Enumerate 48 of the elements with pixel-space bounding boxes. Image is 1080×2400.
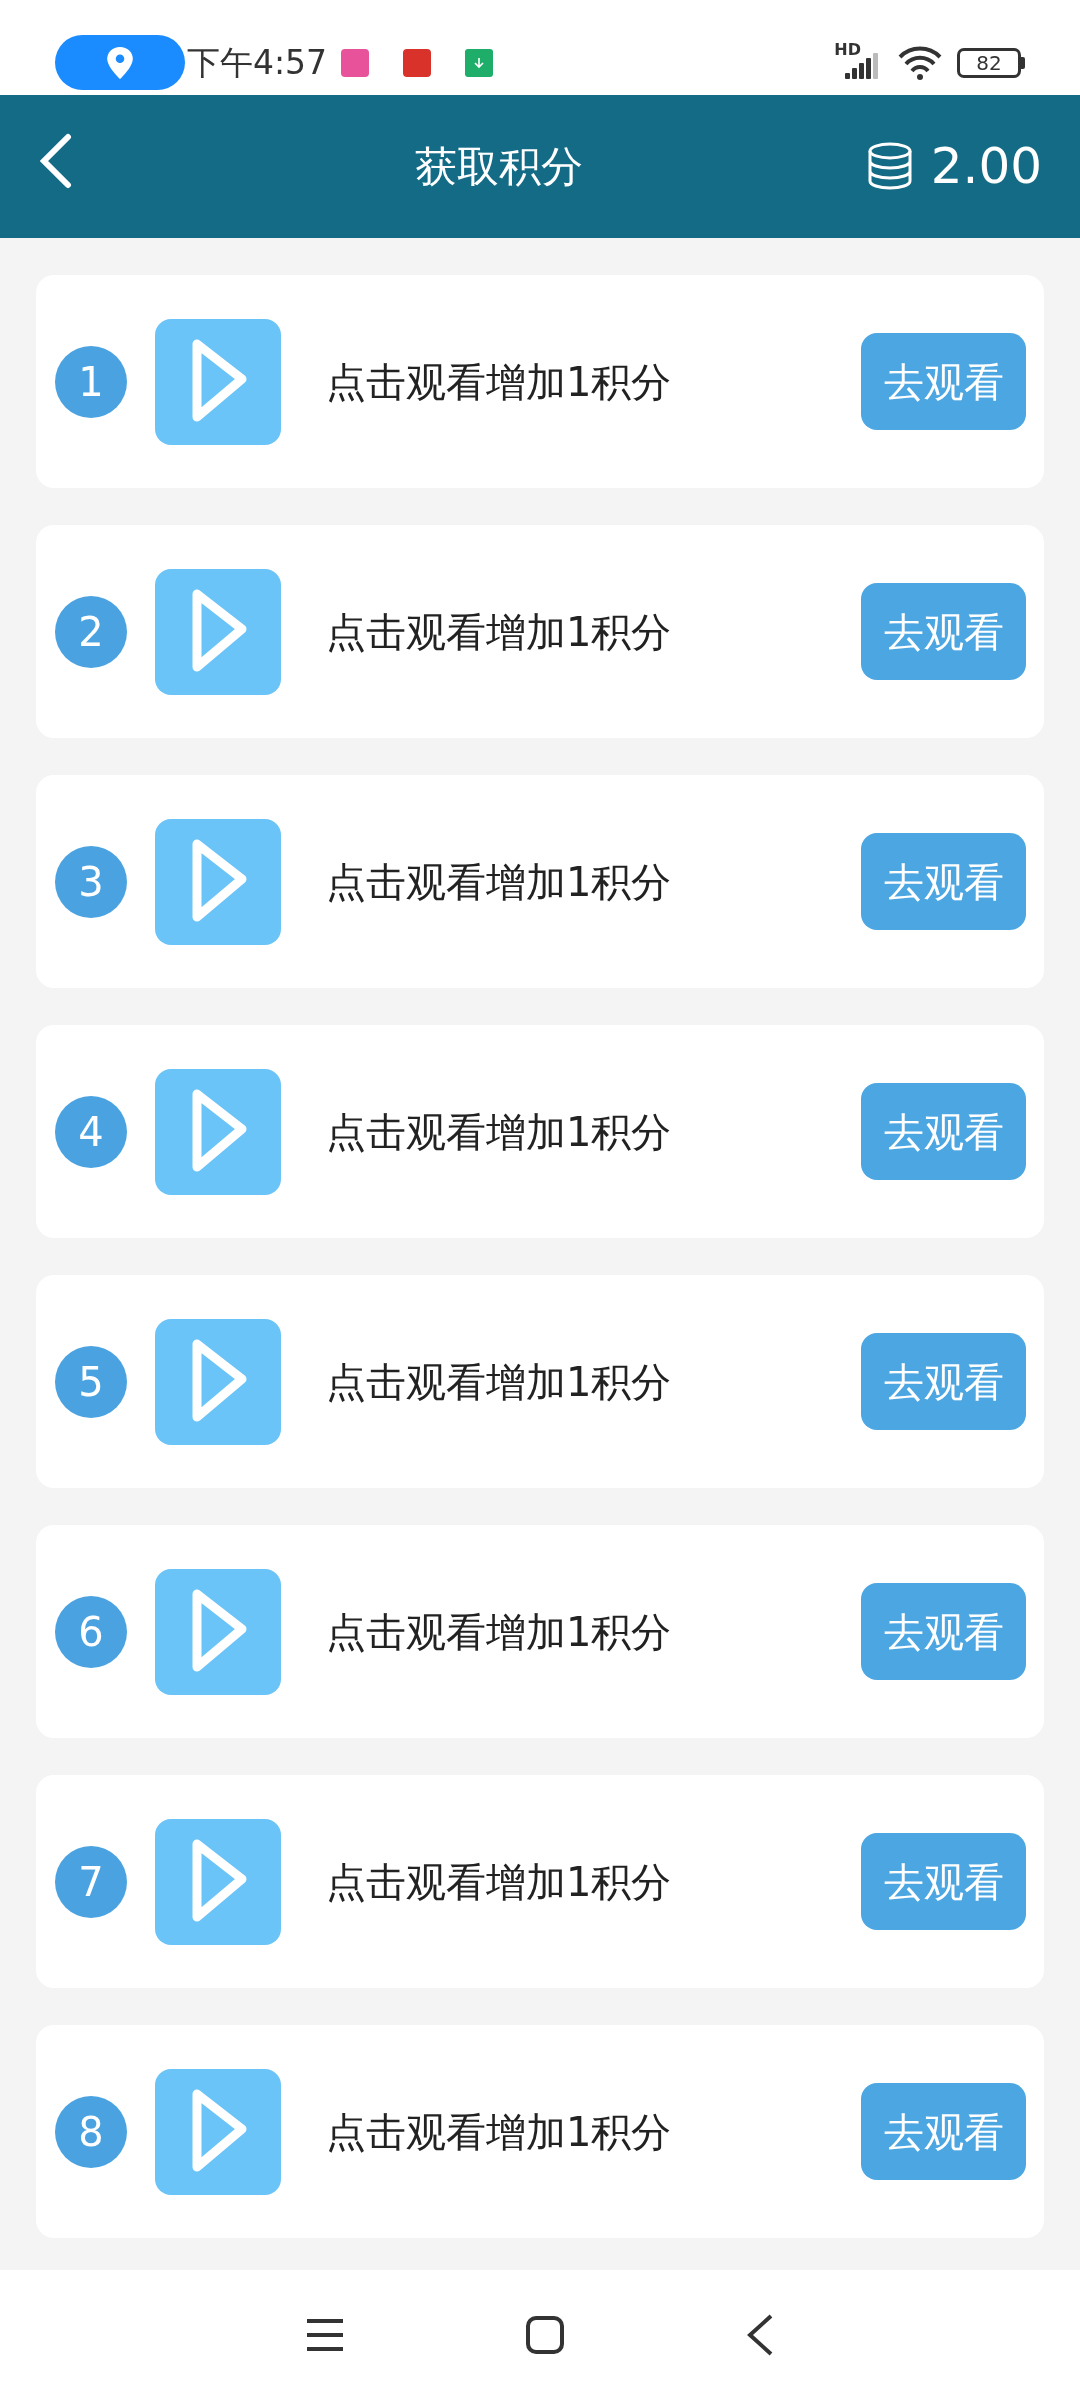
points-balance: 2.00 [930, 136, 1042, 197]
task-number: 4 [55, 1095, 127, 1168]
watch-button[interactable]: 去观看 [861, 1333, 1026, 1430]
watch-button[interactable]: 去观看 [861, 1833, 1026, 1930]
task-description: 点击观看增加1积分 [326, 1357, 673, 1407]
watch-button[interactable]: 去观看 [861, 333, 1026, 430]
location-pin-icon [107, 46, 133, 79]
watch-button[interactable]: 去观看 [861, 833, 1026, 930]
status-time: 下午4:57 [187, 41, 328, 84]
task-number: 7 [55, 1845, 127, 1918]
back-icon[interactable] [38, 132, 72, 189]
coins-icon [866, 141, 913, 192]
video-play-icon [155, 1068, 281, 1195]
task-number: 5 [55, 1345, 127, 1418]
task-number: 6 [55, 1595, 127, 1668]
battery-indicator: 82 [957, 47, 1021, 78]
video-play-icon [155, 2068, 281, 2195]
app-notification-icon [341, 48, 370, 77]
download-icon [465, 48, 494, 77]
location-pill[interactable] [55, 35, 185, 90]
video-play-icon [155, 818, 281, 945]
video-play-icon [155, 1818, 281, 1945]
task-description: 点击观看增加1积分 [326, 857, 673, 907]
task-description: 点击观看增加1积分 [326, 1607, 673, 1657]
task-number: 3 [55, 845, 127, 918]
task-description: 点击观看增加1积分 [326, 1857, 673, 1907]
task-description: 点击观看增加1积分 [326, 1107, 673, 1157]
wifi-icon [897, 44, 943, 81]
task-number: 1 [55, 345, 127, 418]
app-notification-icon [403, 48, 432, 77]
network-label: HD [834, 39, 861, 61]
video-play-icon [155, 1318, 281, 1445]
video-play-icon [155, 318, 281, 445]
task-number: 8 [55, 2095, 127, 2168]
watch-button[interactable]: 去观看 [861, 1083, 1026, 1180]
back-icon[interactable] [745, 2313, 775, 2357]
task-description: 点击观看增加1积分 [326, 607, 673, 657]
task-description: 点击观看增加1积分 [326, 357, 673, 407]
watch-button[interactable]: 去观看 [861, 583, 1026, 680]
task-number: 2 [55, 595, 127, 668]
menu-icon[interactable] [305, 2317, 345, 2353]
task-description: 点击观看增加1积分 [326, 2107, 673, 2157]
home-icon[interactable] [525, 2315, 565, 2355]
video-play-icon [155, 568, 281, 695]
watch-button[interactable]: 去观看 [861, 2083, 1026, 2180]
video-play-icon [155, 1568, 281, 1695]
watch-button[interactable]: 去观看 [861, 1583, 1026, 1680]
page-title: 获取积分 [414, 141, 585, 193]
